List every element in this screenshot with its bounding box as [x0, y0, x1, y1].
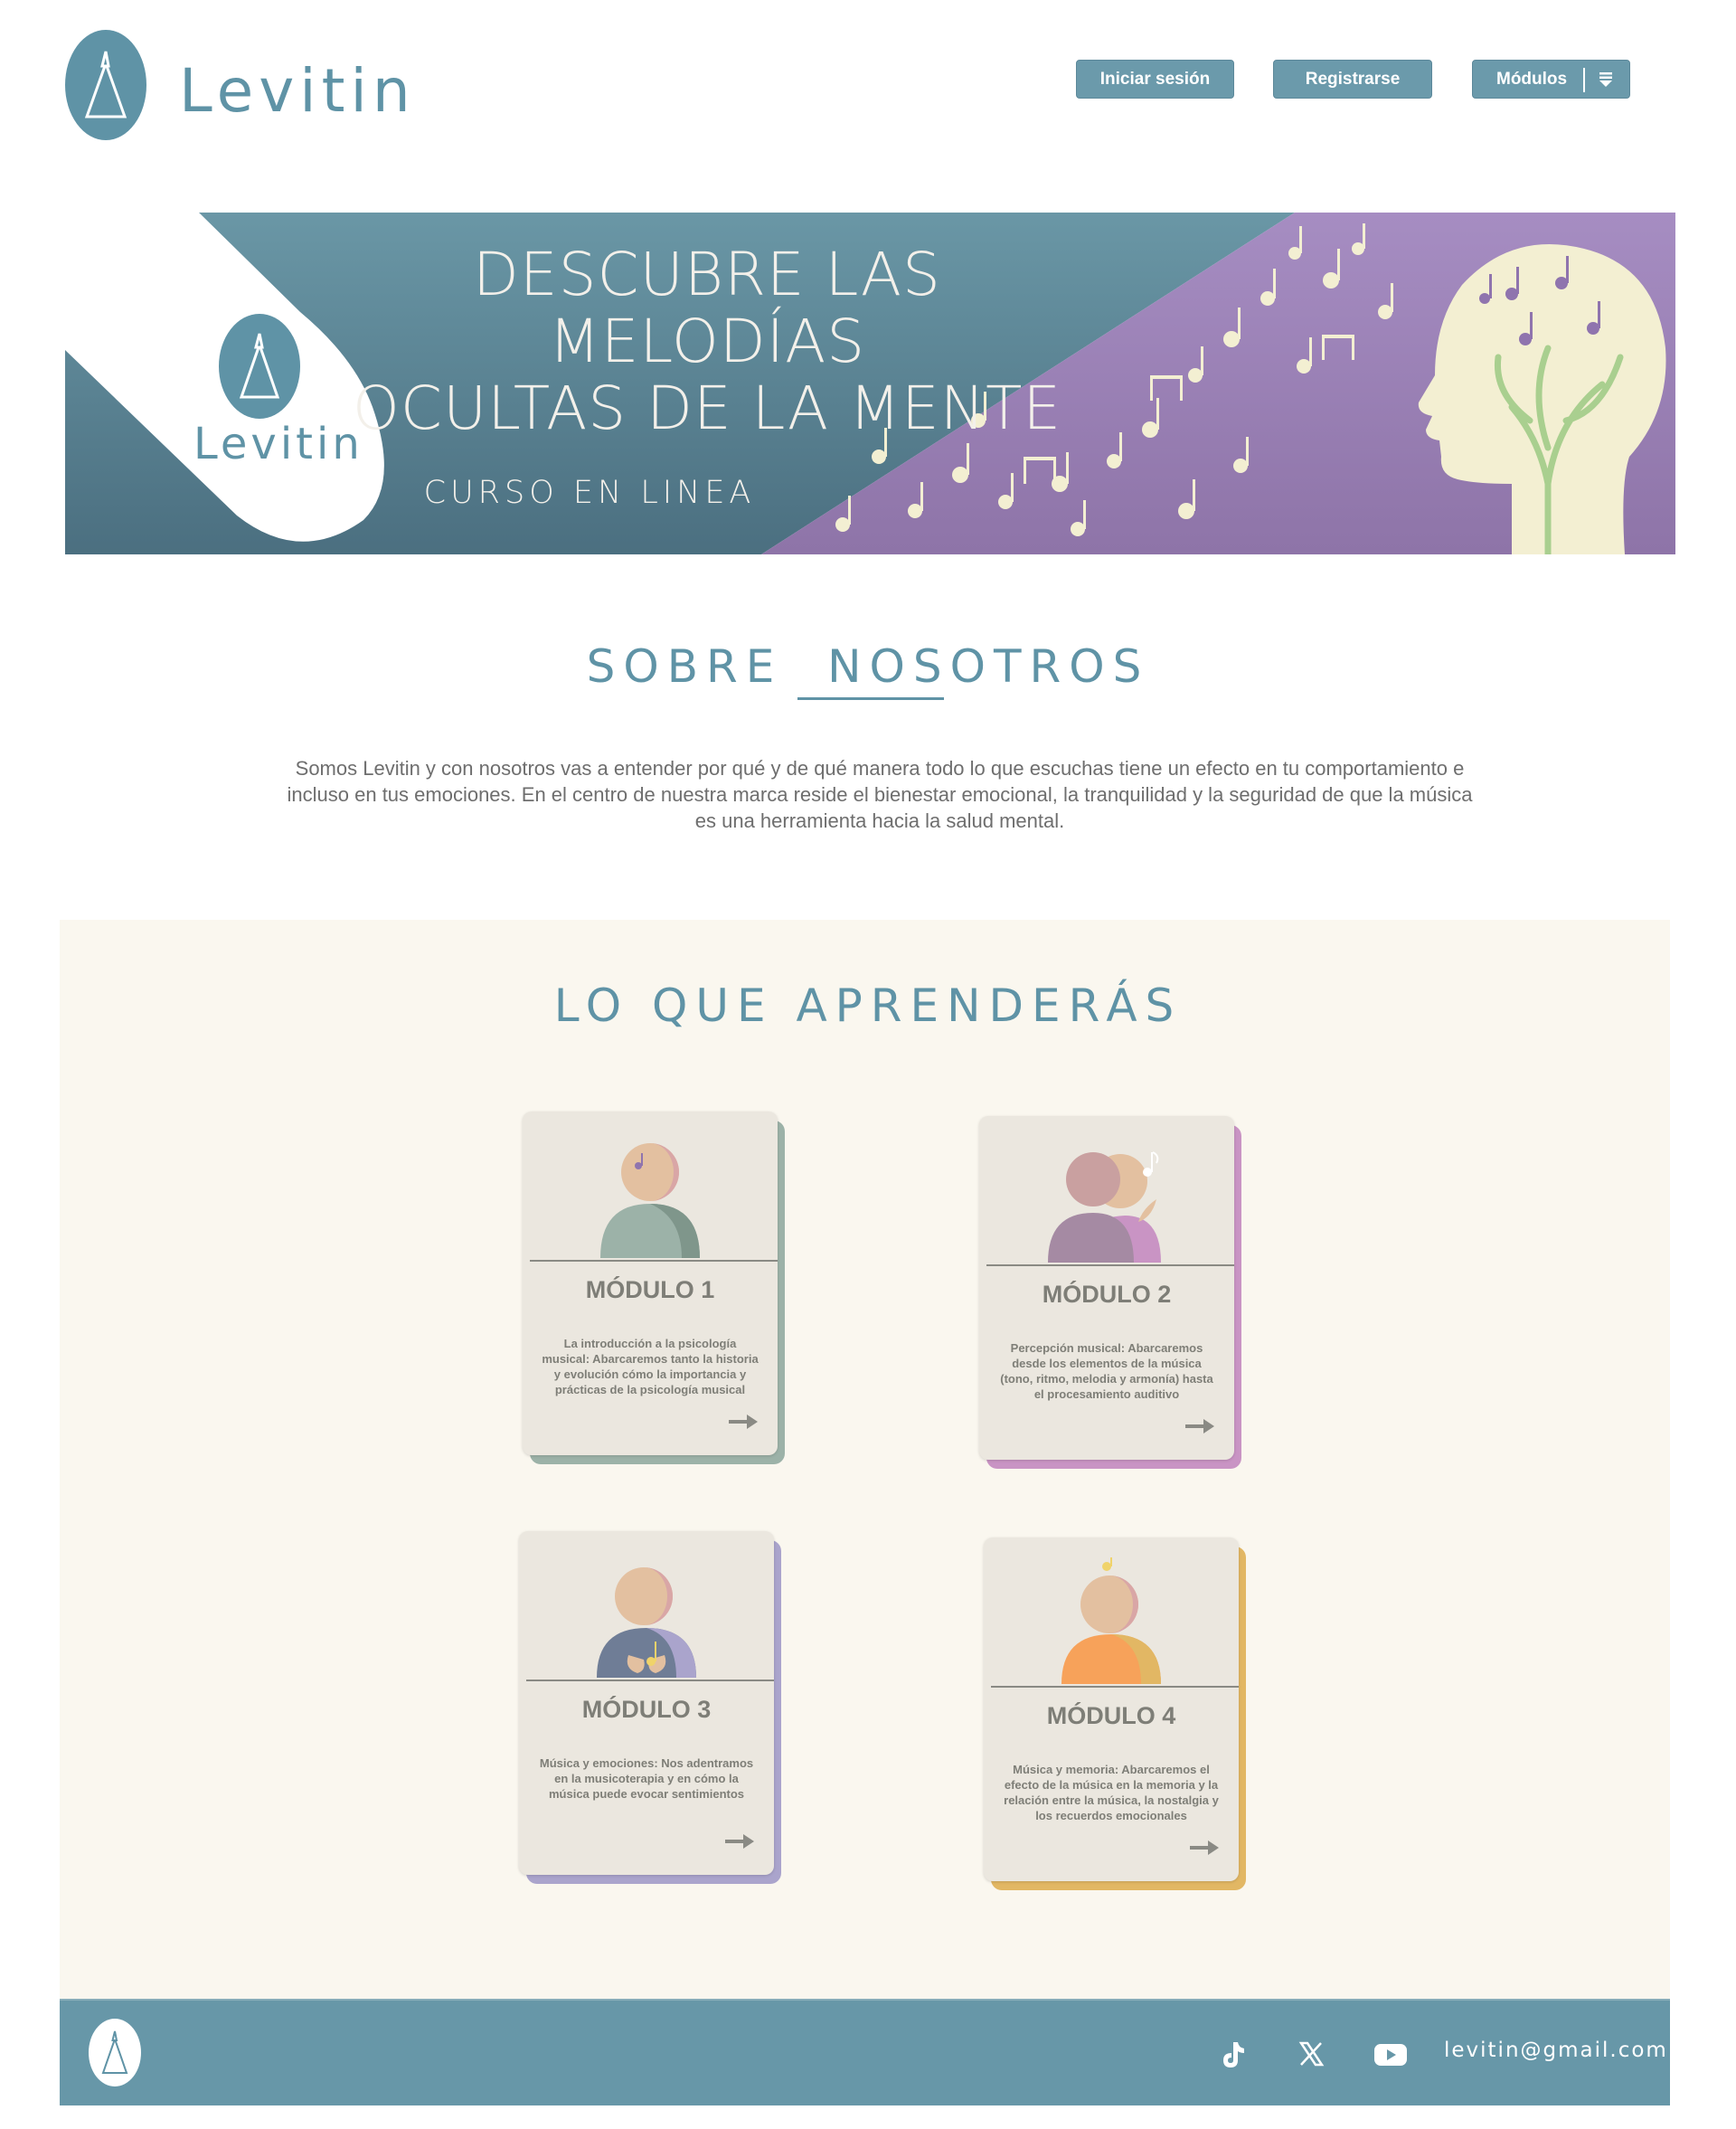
learn-title: LO QUE APRENDERÁS: [553, 979, 1183, 1032]
module-description: Música y emociones: Nos adentramos en la…: [539, 1756, 754, 1801]
module-title: MÓDULO 3: [581, 1696, 712, 1723]
module-card-1[interactable]: MÓDULO 1 La introducción a la psicología…: [523, 1112, 785, 1464]
card-divider: [530, 1260, 778, 1262]
youtube-icon[interactable]: [1372, 2037, 1410, 2071]
module-description: Percepción musical: Abarcaremos desde lo…: [1000, 1341, 1213, 1401]
module-title: MÓDULO 2: [1042, 1281, 1172, 1308]
levitin-logo-icon[interactable]: [65, 30, 146, 140]
module-title: MÓDULO 4: [1046, 1702, 1176, 1729]
card-body: MÓDULO 4 Música y memoria: Abarcaremos e…: [984, 1538, 1239, 1881]
card-divider: [986, 1264, 1234, 1266]
arrow-right-icon[interactable]: [729, 1413, 760, 1431]
login-button[interactable]: Iniciar sesión: [1076, 60, 1234, 99]
modules-label: Módulos: [1496, 69, 1568, 89]
arrow-right-icon[interactable]: [1185, 1417, 1216, 1435]
person-icon: [1048, 1151, 1161, 1263]
arrow-right-icon[interactable]: [725, 1832, 756, 1850]
register-button[interactable]: Registrarse: [1273, 60, 1432, 99]
x-icon[interactable]: [1294, 2037, 1328, 2071]
contact-email-link[interactable]: levitin@gmail.com: [1444, 2039, 1668, 2062]
module-card-2[interactable]: MÓDULO 2 Percepción musical: Abarcaremos…: [979, 1116, 1241, 1469]
banner-subtitle: CURSO EN LINEA: [423, 475, 756, 511]
footer: [60, 2001, 1670, 2105]
person-icon: [600, 1143, 700, 1258]
brand-name[interactable]: Levitin: [179, 56, 416, 126]
card-divider: [991, 1686, 1239, 1688]
banner-logo-icon: [219, 314, 300, 419]
module-card-3[interactable]: MÓDULO 3 Música y emociones: Nos adentra…: [519, 1531, 781, 1884]
footer-logo-icon[interactable]: [89, 2019, 141, 2086]
chevron-down-icon: [1599, 72, 1612, 87]
module-description: Música y memoria: Abarcaremos el efecto …: [1004, 1763, 1219, 1822]
about-title: SOBRE NOSOTROS: [586, 640, 1150, 693]
banner-title-line-1: DESCUBRE LAS MELODÍAS: [473, 240, 941, 376]
card-body: MÓDULO 3 Música y emociones: Nos adentra…: [519, 1531, 774, 1875]
person-icon: [597, 1567, 696, 1678]
module-description: La introducción a la psicología musical:…: [542, 1337, 759, 1396]
module-title: MÓDULO 1: [585, 1276, 715, 1303]
about-text: Somos Levitin y con nosotros vas a enten…: [287, 757, 1473, 832]
banner-title: DESCUBRE LAS MELODÍAS OCULTAS DE LA MENT…: [336, 241, 1078, 442]
person-icon: [1061, 1557, 1161, 1684]
modules-dropdown-button[interactable]: Módulos: [1472, 60, 1630, 99]
banner-title-line-2: OCULTAS DE LA MENTE: [352, 374, 1062, 443]
learn-section: [60, 920, 1670, 2001]
card-body: MÓDULO 1 La introducción a la psicología…: [523, 1112, 778, 1455]
arrow-right-icon[interactable]: [1190, 1839, 1221, 1857]
module-card-4[interactable]: MÓDULO 4 Música y memoria: Abarcaremos e…: [984, 1538, 1246, 1890]
card-divider: [526, 1680, 774, 1681]
card-body: MÓDULO 2 Percepción musical: Abarcaremos…: [979, 1116, 1234, 1460]
hero-banner: Levitin DESCUBRE LAS MELODÍAS OCULTAS DE…: [65, 213, 1675, 554]
tiktok-icon[interactable]: [1215, 2037, 1250, 2071]
about-title-underline: [797, 697, 944, 700]
modules-separator: [1583, 68, 1585, 92]
